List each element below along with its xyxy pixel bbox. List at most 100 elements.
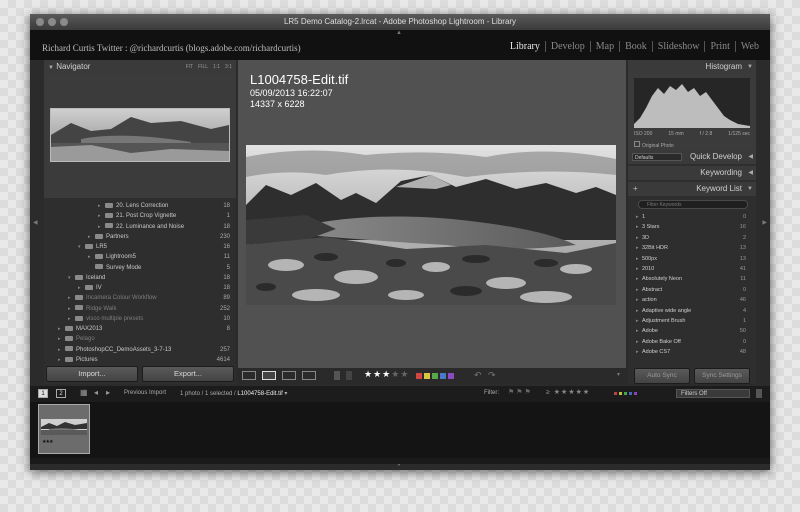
color-label-swatch[interactable] (440, 373, 446, 379)
folder-row[interactable]: ▸ Ridge Walk 252 (44, 304, 236, 314)
collapsed-triangle-icon[interactable]: ▸ (98, 211, 105, 221)
main-photo[interactable] (246, 145, 616, 305)
identity-plate[interactable]: Richard Curtis Twitter : @richardcurtis … (42, 43, 301, 53)
import-button[interactable]: Import... (46, 366, 138, 382)
keyword-row[interactable]: Adjustment Brush 1 (628, 316, 756, 327)
module-map[interactable]: Map (589, 41, 619, 52)
collapsed-triangle-icon[interactable]: ▸ (58, 345, 65, 355)
collapse-right-arrow-icon[interactable]: ▶ (762, 219, 767, 226)
folder-row[interactable]: ▸ Pictures 4614 (44, 355, 236, 365)
grid-view-icon[interactable]: ▦ (80, 388, 88, 397)
forward-arrow-icon[interactable]: ▸ (106, 388, 110, 397)
grid-view-icon[interactable] (242, 371, 256, 380)
page-2-button[interactable]: 2 (56, 389, 66, 398)
color-label-swatch[interactable] (432, 373, 438, 379)
toolbar-menu-icon[interactable]: ▾ (617, 371, 620, 378)
module-slideshow[interactable]: Slideshow (651, 41, 705, 52)
star-rating[interactable]: ★★★★★ (364, 369, 409, 380)
star-icon[interactable]: ★ (364, 369, 373, 379)
sync-settings-button[interactable]: Sync Settings (694, 368, 750, 384)
color-filter[interactable] (614, 392, 637, 395)
collapsed-triangle-icon[interactable]: ▸ (58, 324, 65, 334)
flag-filter-icons[interactable]: ⚑ ⚑ ⚑ (508, 388, 531, 396)
close-window-button[interactable] (36, 18, 44, 26)
star-icon[interactable]: ★ (400, 369, 409, 379)
collapse-left-arrow-icon[interactable]: ◀ (33, 219, 38, 226)
keyword-row[interactable]: Adobe 50 (628, 326, 756, 337)
collapsed-triangle-icon[interactable]: ▸ (98, 222, 105, 232)
folder-row[interactable]: ▸ Pelago (44, 334, 236, 344)
filter-lock-icon[interactable] (756, 389, 762, 398)
compare-view-icon[interactable] (282, 371, 296, 380)
star-icon[interactable]: ★ (373, 369, 382, 379)
rotate-left-icon[interactable]: ↶ (474, 370, 482, 381)
collapsed-triangle-icon[interactable]: ▸ (98, 201, 105, 211)
reject-flag-icon[interactable] (346, 371, 352, 380)
filter-preset-select[interactable]: Filters Off (676, 389, 750, 398)
histogram-header[interactable]: Histogram ▼ (628, 60, 756, 74)
module-library[interactable]: Library (505, 41, 545, 52)
keywording-header[interactable]: Keywording ◀ (628, 166, 756, 180)
collapsed-triangle-icon[interactable]: ▸ (78, 283, 85, 293)
collapsed-triangle-icon[interactable]: ▸ (68, 293, 75, 303)
zoom-option-3-1[interactable]: 3:1 (225, 60, 232, 74)
module-web[interactable]: Web (734, 41, 764, 52)
export-button[interactable]: Export... (142, 366, 234, 382)
color-label-swatch[interactable] (448, 373, 454, 379)
quick-develop-header[interactable]: Defaults Quick Develop ◀ (628, 150, 756, 164)
zoom-option-fit[interactable]: FIT (186, 60, 194, 74)
keyword-list-header[interactable]: + Keyword List ▼ (628, 182, 756, 196)
color-label-swatch[interactable] (424, 373, 430, 379)
saved-preset-select[interactable]: Defaults (632, 153, 682, 161)
keyword-row[interactable]: 500px 13 (628, 254, 756, 265)
keyword-row[interactable]: 10 (628, 212, 756, 223)
zoom-option-fill[interactable]: FILL (198, 60, 208, 74)
module-book[interactable]: Book (619, 41, 652, 52)
navigator-preview[interactable] (50, 108, 230, 162)
auto-sync-button[interactable]: Auto Sync (634, 368, 690, 384)
keyword-row[interactable]: 3 Stars 16 (628, 222, 756, 233)
zoom-window-button[interactable] (60, 18, 68, 26)
expanded-triangle-icon[interactable]: ▾ (68, 273, 75, 283)
back-arrow-icon[interactable]: ◂ (94, 388, 98, 397)
minimize-window-button[interactable] (48, 18, 56, 26)
original-photo-checkbox[interactable]: Original Photo (634, 141, 674, 149)
folder-row[interactable]: ▾ Iceland 18 (44, 273, 236, 283)
keyword-row[interactable]: Abstract 0 (628, 285, 756, 296)
collapsed-triangle-icon[interactable]: ▸ (68, 314, 75, 324)
folder-row[interactable]: ▸ Incamera Colour Workflow 89 (44, 293, 236, 303)
flag-icon[interactable] (334, 371, 340, 380)
folder-row[interactable]: ▾ LR5 16 (44, 242, 236, 252)
collapsed-triangle-icon[interactable]: ▸ (68, 304, 75, 314)
keyword-row[interactable]: Absolutely Neon 11 (628, 274, 756, 285)
loupe-view-icon[interactable] (262, 371, 276, 380)
collapsed-triangle-icon[interactable]: ▸ (88, 252, 95, 262)
folder-row[interactable]: ▸ IV 18 (44, 283, 236, 293)
source-label[interactable]: Previous Import (124, 390, 166, 396)
folder-row[interactable]: ▸ PhotoshopCC_DemoAssets_3-7-13 257 (44, 345, 236, 355)
keyword-row[interactable]: Adaptive wide angle 4 (628, 306, 756, 317)
folder-row[interactable]: ▸ Lightroom5 11 (44, 252, 236, 262)
keyword-row[interactable]: Adobe Bake Off 0 (628, 337, 756, 348)
collapsed-triangle-icon[interactable]: ▸ (58, 334, 65, 344)
zoom-option-1-1[interactable]: 1:1 (213, 60, 220, 74)
keyword-row[interactable]: 2010 41 (628, 264, 756, 275)
page-1-button[interactable]: 1 (38, 389, 48, 398)
collapse-top-arrow-icon[interactable]: ▲ (396, 30, 402, 36)
navigator-header[interactable]: ▼ Navigator FIT FILL 1:1 3:1 (44, 60, 236, 74)
rating-filter[interactable]: ≥ ★★★★★ (546, 388, 590, 396)
folder-row[interactable]: ▸ 22. Luminance and Noise 18 (44, 222, 236, 232)
module-print[interactable]: Print (704, 41, 734, 52)
collapsed-triangle-icon[interactable]: ▸ (88, 232, 95, 242)
color-label-swatch[interactable] (416, 373, 422, 379)
survey-view-icon[interactable] (302, 371, 316, 380)
collapsed-triangle-icon[interactable]: ▸ (58, 355, 65, 365)
filter-keywords-input[interactable]: Filter Keywords (638, 200, 748, 209)
rotate-right-icon[interactable]: ↷ (488, 370, 496, 381)
keyword-row[interactable]: action 46 (628, 295, 756, 306)
star-icon[interactable]: ★ (391, 369, 400, 379)
folder-row[interactable]: Survey Mode 5 (44, 263, 236, 273)
folder-row[interactable]: ▸ visco multiple presets 10 (44, 314, 236, 324)
add-keyword-icon[interactable]: + (633, 182, 638, 196)
keyword-row[interactable]: 32Bit HDR 13 (628, 243, 756, 254)
